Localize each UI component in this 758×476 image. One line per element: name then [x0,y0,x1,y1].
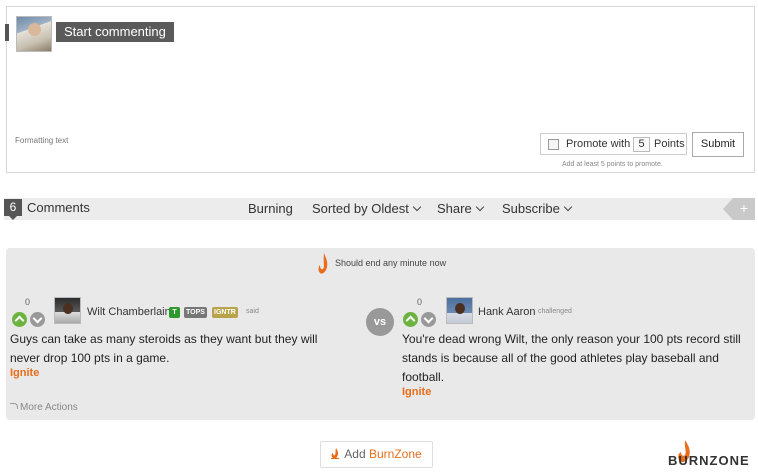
badge-tops: TOPS [184,307,207,318]
subscribe-label: Subscribe [502,201,560,216]
share-dropdown[interactable]: Share [437,201,484,216]
chevron-down-icon [475,202,484,212]
chevron-down-icon [563,202,573,212]
challenged-label: challenged [538,308,572,315]
comments-label: Comments [27,200,90,215]
upvote-button[interactable] [12,312,27,327]
submit-button[interactable]: Submit [692,132,744,157]
debate-headline: Should end any minute now [335,258,447,268]
burnzone-debate-card: Should end any minute now 0 Wilt Chamber… [6,248,755,420]
add-brand-label: BurnZone [368,447,422,461]
author-name[interactable]: Hank Aaron [478,306,535,318]
formatting-text-link[interactable]: Formatting text [15,136,68,145]
promote-hint: Add at least 5 points to promote. [562,161,663,168]
promote-box: Promote with 5 Points [540,133,687,155]
start-commenting-prompt[interactable]: Start commenting [56,22,174,42]
promote-label: Promote with [566,138,631,150]
downvote-button[interactable] [421,312,436,327]
promote-checkbox[interactable] [548,139,559,150]
share-arrow-icon [10,403,18,409]
more-actions-label: More Actions [20,402,78,413]
promote-points-input[interactable]: 5 [633,137,650,152]
share-label: Share [437,201,472,216]
vote-count: 0 [25,297,31,307]
add-label: Add [344,447,369,461]
sort-label: Sorted by Oldest [312,201,409,216]
vote-count: 0 [417,297,423,307]
sort-dropdown[interactable]: Sorted by Oldest [312,201,422,216]
avatar-wilt-chamberlain[interactable] [54,297,81,324]
more-actions-link[interactable]: More Actions [10,402,78,413]
logo-text: BURNZONE [668,453,750,468]
badge-t: T [169,307,180,318]
flame-icon [331,448,340,459]
composer-edge-marker [5,24,9,41]
author-name[interactable]: Wilt Chamberlain [87,306,171,318]
avatar-hank-aaron[interactable] [446,297,473,324]
subscribe-dropdown[interactable]: Subscribe [502,201,573,216]
comment-composer[interactable]: Start commenting Formatting text Promote… [5,6,755,173]
expand-plus-button[interactable]: + [723,198,755,220]
downvote-button[interactable] [30,312,45,327]
said-label: said [246,308,259,315]
comment-count-badge: 6 [4,199,22,220]
vs-badge: vs [366,308,394,336]
burning-tab[interactable]: Burning [248,201,293,216]
comment-text: Guys can take as many steroids as they w… [10,332,318,365]
comments-toolbar: 6 Comments Burning Sorted by Oldest Shar… [4,198,755,220]
flame-icon [318,253,328,274]
burnzone-logo: BURNZONE [668,438,756,472]
points-label: Points [654,138,685,150]
ignite-link[interactable]: Ignite [10,367,39,379]
badge-igntr: IGNTR [212,307,238,318]
add-burnzone-button[interactable]: Add BurnZone [320,441,433,468]
comment-text: You're dead wrong Wilt, the only reason … [402,332,741,384]
ignite-link[interactable]: Ignite [402,386,431,398]
upvote-button[interactable] [403,312,418,327]
user-avatar [16,16,52,52]
chevron-down-icon [412,202,422,212]
